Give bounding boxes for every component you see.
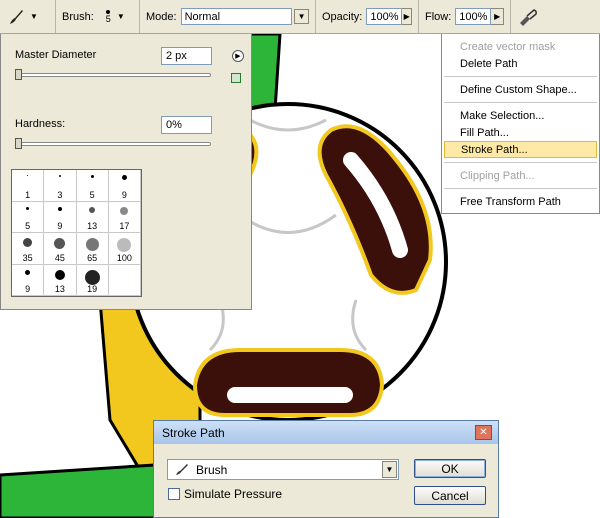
brush-preset[interactable]: 5	[76, 170, 109, 202]
hardness-input[interactable]: 0%	[161, 116, 212, 134]
master-diameter-input[interactable]: 2 px	[161, 47, 212, 65]
brush-preset[interactable]: 35	[12, 233, 45, 265]
opacity-label: Opacity:	[322, 10, 363, 23]
brush-preset-grid: 1 3 5 9 5 9 13 17 35 45 65 100 9 13 19	[11, 169, 142, 297]
hardness-label: Hardness:	[15, 118, 66, 130]
menu-item-make-selection[interactable]: Make Selection...	[442, 107, 599, 124]
airbrush-toggle[interactable]	[511, 0, 551, 33]
chevron-right-icon[interactable]: ▶	[491, 8, 504, 25]
chevron-down-icon[interactable]: ▼	[294, 9, 309, 24]
flow-label: Flow:	[425, 10, 452, 23]
tool-select[interactable]: Brush ▼	[167, 459, 399, 480]
brush-preset[interactable]: 19	[76, 264, 109, 296]
brush-tip-preview: 5	[106, 9, 111, 24]
brush-preset[interactable]: 13	[76, 201, 109, 233]
flow-input[interactable]: 100%	[455, 8, 492, 25]
hardness-slider[interactable]	[15, 142, 211, 146]
ball-panel-bottom	[192, 348, 385, 417]
options-toolbar: ▼ Brush: 5 ▼ Mode: Normal ▼ Opacity: 100…	[0, 0, 600, 34]
chevron-right-icon[interactable]: ▶	[402, 8, 412, 25]
mode-label: Mode:	[146, 10, 177, 23]
menu-item-clipping-path: Clipping Path...	[460, 169, 535, 182]
brush-preset[interactable]	[108, 264, 141, 296]
cancel-button[interactable]: Cancel	[414, 486, 486, 505]
brush-preset[interactable]: 100	[108, 233, 141, 265]
menu-item-define-custom-shape[interactable]: Define Custom Shape...	[442, 81, 599, 98]
stroke-path-dialog: Stroke Path ✕ Brush ▼ Simulate Pressure …	[153, 420, 499, 518]
chevron-down-icon: ▼	[30, 12, 38, 21]
menu-divider	[444, 162, 597, 163]
brush-icon	[176, 463, 188, 475]
new-preset-icon[interactable]	[231, 73, 241, 83]
chevron-down-icon[interactable]: ▼	[382, 461, 397, 478]
brush-preset[interactable]: 1	[12, 170, 45, 202]
panel-menu-icon[interactable]: ▶	[232, 50, 244, 62]
brush-picker[interactable]: Brush: 5 ▼	[56, 0, 140, 33]
brush-preset[interactable]: 17	[108, 201, 141, 233]
brush-preset[interactable]: 5	[12, 201, 45, 233]
menu-divider	[444, 188, 597, 189]
brush-preset[interactable]: 65	[76, 233, 109, 265]
master-diameter-label: Master Diameter	[15, 49, 97, 61]
chevron-down-icon: ▼	[116, 12, 125, 21]
simulate-pressure-label: Simulate Pressure	[184, 487, 283, 501]
brush-icon	[10, 9, 23, 24]
brush-preset[interactable]: 9	[44, 201, 77, 233]
menu-divider	[444, 76, 597, 77]
menu-item-fill-path[interactable]: Fill Path...	[442, 124, 599, 141]
brush-preset[interactable]: 45	[44, 233, 77, 265]
brush-preset[interactable]: 13	[44, 264, 77, 296]
master-diameter-slider[interactable]	[15, 73, 211, 77]
close-icon[interactable]: ✕	[475, 425, 492, 440]
ok-button[interactable]: OK	[414, 459, 486, 478]
menu-item-free-transform-path[interactable]: Free Transform Path	[442, 193, 599, 210]
mode-select[interactable]: Normal	[180, 8, 293, 25]
tool-select-value: Brush	[196, 462, 228, 477]
menu-divider	[444, 102, 597, 103]
simulate-pressure-checkbox[interactable]: Simulate Pressure	[168, 487, 282, 501]
master-diameter-slider-thumb[interactable]	[15, 69, 22, 80]
menu-item-stroke-path[interactable]: Stroke Path...	[444, 141, 597, 158]
brush-preset[interactable]: 9	[108, 170, 141, 202]
brush-preset[interactable]: 3	[44, 170, 77, 202]
dialog-title: Stroke Path	[154, 421, 498, 444]
airbrush-icon	[520, 8, 537, 26]
checkbox-box[interactable]	[168, 488, 180, 500]
brush-label: Brush:	[62, 10, 94, 23]
brush-preset-panel: Master Diameter 2 px ▶ Hardness: 0% 1 3 …	[0, 34, 252, 310]
opacity-input[interactable]: 100%	[366, 8, 403, 25]
menu-item-delete-path[interactable]: Delete Path	[442, 55, 599, 72]
tool-preset-picker[interactable]: ▼	[0, 0, 56, 33]
menu-item-create-vector-mask: Create vector mask	[460, 40, 556, 53]
path-context-menu: Create vector mask Delete Path Define Cu…	[441, 34, 600, 214]
brush-preset[interactable]: 9	[12, 264, 45, 296]
hardness-slider-thumb[interactable]	[15, 138, 22, 149]
